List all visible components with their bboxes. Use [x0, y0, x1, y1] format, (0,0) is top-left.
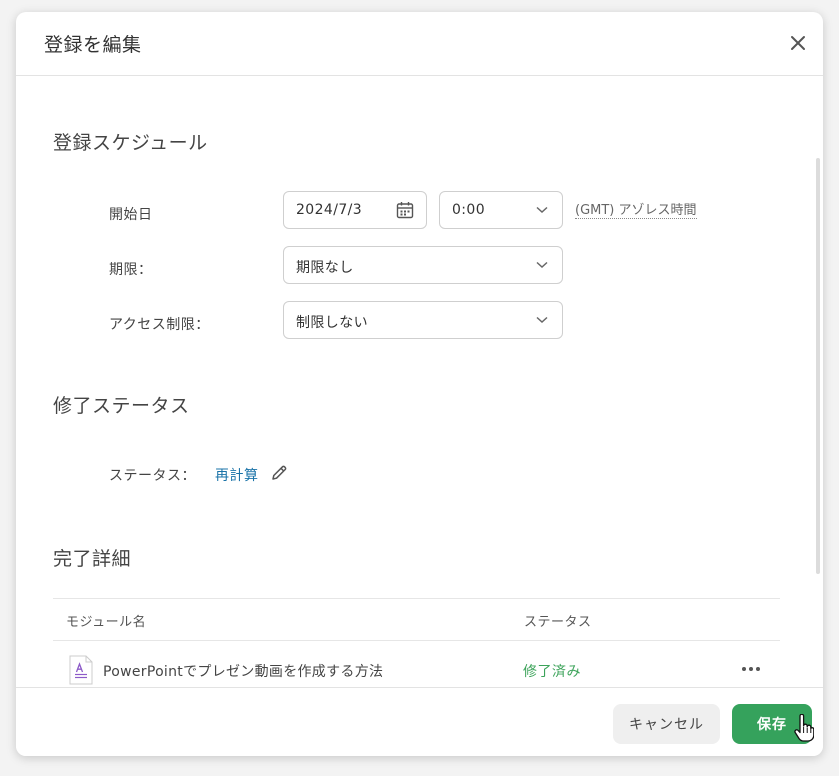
dialog-header: 登録を編集: [16, 12, 823, 76]
start-date-label: 開始日: [109, 207, 153, 223]
completion-status-section-title: 修了ステータス: [53, 395, 190, 417]
close-icon: [791, 36, 805, 50]
completion-details-table: モジュール名 ステータス PowerPointでプレゼン動画を作成する方法 修了…: [53, 598, 780, 685]
dialog-footer: キャンセル 保存: [16, 687, 823, 756]
deadline-label: 期限：: [109, 262, 153, 278]
module-name: PowerPointでプレゼン動画を作成する方法: [103, 664, 384, 680]
access-select[interactable]: 制限しない: [283, 301, 563, 339]
deadline-value: 期限なし: [296, 260, 354, 276]
pencil-icon[interactable]: [270, 464, 288, 482]
schedule-section-title: 登録スケジュール: [53, 132, 208, 154]
status-label: ステータス：: [109, 468, 196, 484]
table-row[interactable]: PowerPointでプレゼン動画を作成する方法 修了済み: [53, 641, 780, 686]
start-time-value: 0:00: [452, 202, 486, 218]
start-date-value: 2024/7/3: [296, 202, 363, 218]
more-horizontal-icon[interactable]: [740, 661, 762, 677]
start-date-input[interactable]: 2024/7/3: [283, 191, 427, 229]
access-value: 制限しない: [296, 315, 368, 331]
chevron-down-icon: [536, 206, 548, 214]
chevron-down-icon: [536, 316, 548, 324]
chevron-down-icon: [536, 261, 548, 269]
access-label: アクセス制限：: [109, 317, 210, 333]
start-time-select[interactable]: 0:00: [439, 191, 563, 229]
deadline-select[interactable]: 期限なし: [283, 246, 563, 284]
dialog-title: 登録を編集: [44, 34, 142, 56]
column-header-status: ステータス: [524, 615, 592, 630]
close-button[interactable]: [787, 32, 809, 54]
cancel-button[interactable]: キャンセル: [613, 704, 720, 744]
recalculate-link[interactable]: 再計算: [215, 465, 259, 485]
document-icon: [69, 655, 93, 685]
calendar-icon[interactable]: [396, 201, 414, 219]
edit-enrollment-dialog: 登録を編集 登録スケジュール 開始日 2024/7/3 0:00 (GMT) ア…: [16, 12, 823, 756]
scrollbar[interactable]: [816, 158, 820, 574]
save-button[interactable]: 保存: [732, 704, 812, 744]
completion-details-section-title: 完了詳細: [53, 548, 132, 570]
timezone-link[interactable]: (GMT) アゾレス時間: [575, 203, 697, 219]
column-header-module: モジュール名: [66, 615, 147, 630]
module-status: 修了済み: [523, 664, 581, 680]
dialog-body: 登録スケジュール 開始日 2024/7/3 0:00 (GMT) アゾレス時間 …: [16, 76, 823, 686]
